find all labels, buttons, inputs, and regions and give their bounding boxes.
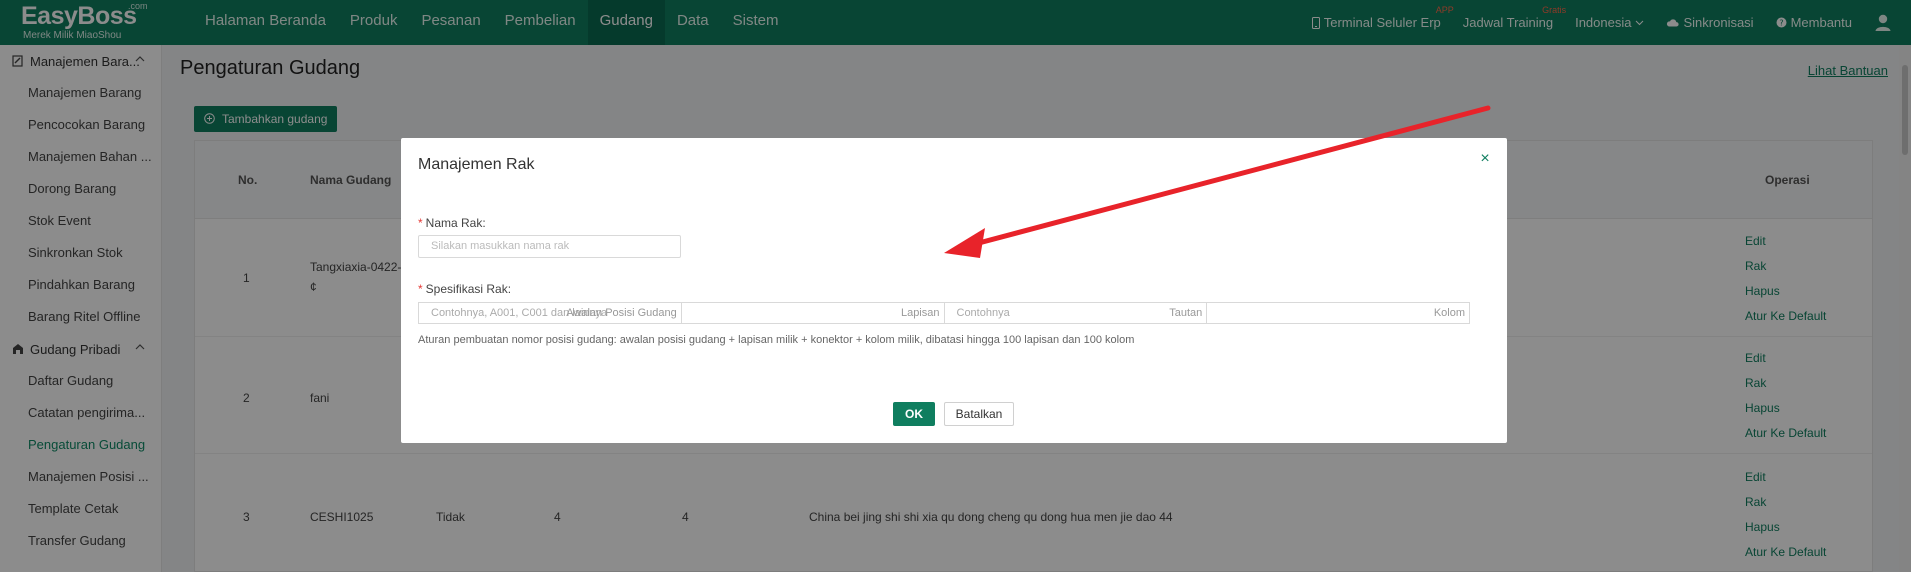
- required-mark: *: [418, 216, 423, 230]
- rack-management-modal: Manajemen Rak × * Nama Rak: Silakan masuk…: [401, 138, 1507, 443]
- layer-suffix: Lapisan: [900, 307, 940, 319]
- close-icon[interactable]: ×: [1477, 151, 1493, 167]
- connector-placeholder: Contohnya: [956, 307, 1010, 319]
- rack-name-label-text: Nama Rak:: [425, 216, 486, 230]
- layer-input[interactable]: Lapisan: [682, 303, 945, 323]
- rack-name-input[interactable]: Silakan masukkan nama rak: [418, 235, 681, 258]
- column-suffix: Kolom: [1433, 307, 1465, 319]
- rack-name-label: * Nama Rak:: [418, 216, 486, 230]
- rack-spec-label-text: Spesifikasi Rak:: [425, 282, 512, 296]
- connector-suffix: Tautan: [1169, 307, 1203, 319]
- prefix-input[interactable]: Contohnya, A001, C001 dan lainnya Awalan…: [419, 303, 682, 323]
- spec-hint: Aturan pembuatan nomor posisi gudang: aw…: [418, 334, 1135, 346]
- modal-title: Manajemen Rak: [418, 156, 535, 173]
- cancel-button[interactable]: Batalkan: [944, 402, 1014, 426]
- prefix-suffix: Awalan Posisi Gudang: [566, 307, 677, 319]
- rack-spec-label: * Spesifikasi Rak:: [418, 282, 511, 296]
- column-input[interactable]: Kolom: [1207, 303, 1469, 323]
- ok-button[interactable]: OK: [893, 402, 935, 426]
- required-mark: *: [418, 282, 423, 296]
- rack-spec-inputs: Contohnya, A001, C001 dan lainnya Awalan…: [418, 302, 1470, 324]
- connector-input[interactable]: Contohnya Tautan: [945, 303, 1208, 323]
